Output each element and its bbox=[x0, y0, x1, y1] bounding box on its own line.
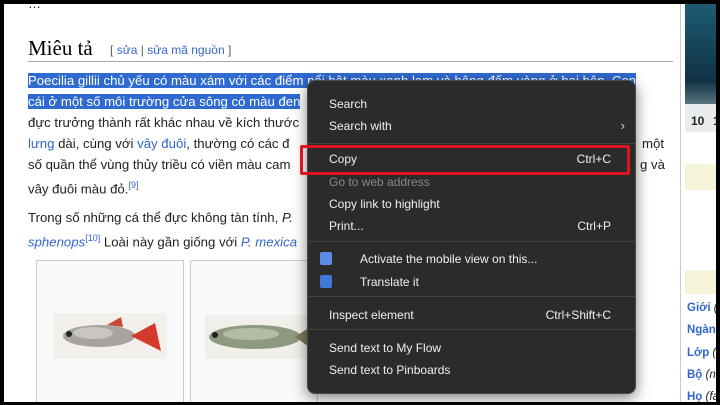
infobox-row-ho[interactable]: Họ (fa bbox=[687, 391, 716, 402]
paragraph-line-3: đực trưởng thành rất khác nhau về kích t… bbox=[28, 115, 300, 130]
chevron-right-icon: › bbox=[620, 118, 625, 133]
paragraph-line-4: lưng dài, cùng với vây đuôi, thường có c… bbox=[28, 136, 290, 151]
infobox-scale-ruler: 10 1 bbox=[685, 104, 716, 132]
link-lung[interactable]: lưng bbox=[28, 136, 54, 151]
menu-separator bbox=[309, 329, 636, 330]
translate-extension-icon bbox=[320, 275, 332, 288]
menu-item-print[interactable]: Print... Ctrl+P bbox=[308, 215, 635, 237]
paragraph2-line-2: sphenops[10] Loài này gần giống với P. m… bbox=[28, 233, 298, 250]
infobox-band-2 bbox=[685, 270, 716, 294]
menu-item-send-to-my-flow[interactable]: Send text to My Flow bbox=[308, 337, 635, 359]
edit-source-link[interactable]: sửa mã nguồn bbox=[147, 43, 224, 57]
infobox-sidebar: 10 1 Giới ( Ngành Lớp ( Bộ (no Họ (fa bbox=[680, 4, 716, 402]
menu-separator bbox=[309, 241, 636, 242]
menu-item-inspect-element[interactable]: Inspect element Ctrl+Shift+C bbox=[308, 304, 635, 326]
link-sphenops[interactable]: sphenops bbox=[28, 234, 85, 249]
inspect-shortcut: Ctrl+Shift+C bbox=[545, 308, 611, 322]
infobox-band-1 bbox=[685, 164, 716, 190]
paragraph2-line-1: Trong số những cá thể đực không tàn tính… bbox=[28, 210, 293, 225]
top-text-fragment: … bbox=[28, 4, 41, 11]
paragraph-line-2: cái ở một số môi trường cửa sông có màu … bbox=[28, 91, 301, 112]
fish-image-thumb-1[interactable] bbox=[36, 260, 184, 402]
mobile-view-extension-icon bbox=[320, 252, 332, 265]
selected-text-line-2[interactable]: cái ở một số môi trường cửa sông có màu … bbox=[28, 94, 301, 109]
edit-links: [ sửa | sửa mã nguồn ] bbox=[110, 43, 232, 57]
menu-item-translate-it[interactable]: Translate it bbox=[308, 271, 635, 293]
menu-separator bbox=[309, 143, 636, 144]
edit-link[interactable]: sửa bbox=[117, 43, 138, 57]
fish-photo-2 bbox=[191, 261, 317, 402]
menu-item-search-with[interactable]: Search with › bbox=[308, 115, 635, 137]
section-heading-row: Miêu tả [ sửa | sửa mã nguồn ] bbox=[28, 36, 673, 62]
infobox-row-bo[interactable]: Bộ (no bbox=[687, 369, 716, 381]
paragraph-tail-1: một bbox=[642, 136, 664, 151]
link-vay-duoi[interactable]: vây đuôi bbox=[137, 136, 186, 151]
infobox-row-gioi[interactable]: Giới ( bbox=[687, 302, 716, 314]
reference-9[interactable]: [9] bbox=[128, 180, 138, 190]
fish-image-thumb-2[interactable] bbox=[190, 260, 318, 402]
infobox-row-nganh[interactable]: Ngành bbox=[687, 324, 716, 336]
menu-item-copy-link-to-highlight[interactable]: Copy link to highlight bbox=[308, 193, 635, 215]
menu-item-activate-mobile-view[interactable]: Activate the mobile view on this... bbox=[308, 248, 635, 270]
context-menu: Search Search with › Copy Ctrl+C Go to w… bbox=[307, 80, 636, 394]
copy-highlight-annotation bbox=[300, 145, 630, 175]
print-shortcut: Ctrl+P bbox=[577, 219, 611, 233]
infobox-row-lop[interactable]: Lớp ( bbox=[687, 347, 716, 359]
paragraph-tail-2: g và bbox=[640, 157, 665, 172]
menu-item-search[interactable]: Search bbox=[308, 93, 635, 115]
paragraph-line-6: vây đuôi màu đỏ.[9] bbox=[28, 180, 139, 197]
link-p-mexicana[interactable]: P. mexica bbox=[241, 234, 297, 249]
menu-item-send-to-pinboards[interactable]: Send text to Pinboards bbox=[308, 359, 635, 381]
reference-10[interactable]: [10] bbox=[85, 233, 100, 243]
fish-photo-1 bbox=[37, 261, 183, 402]
section-heading: Miêu tả bbox=[28, 36, 93, 60]
menu-separator bbox=[309, 296, 636, 297]
paragraph-line-5: số quần thể vùng thủy triều có viền màu … bbox=[28, 157, 291, 172]
